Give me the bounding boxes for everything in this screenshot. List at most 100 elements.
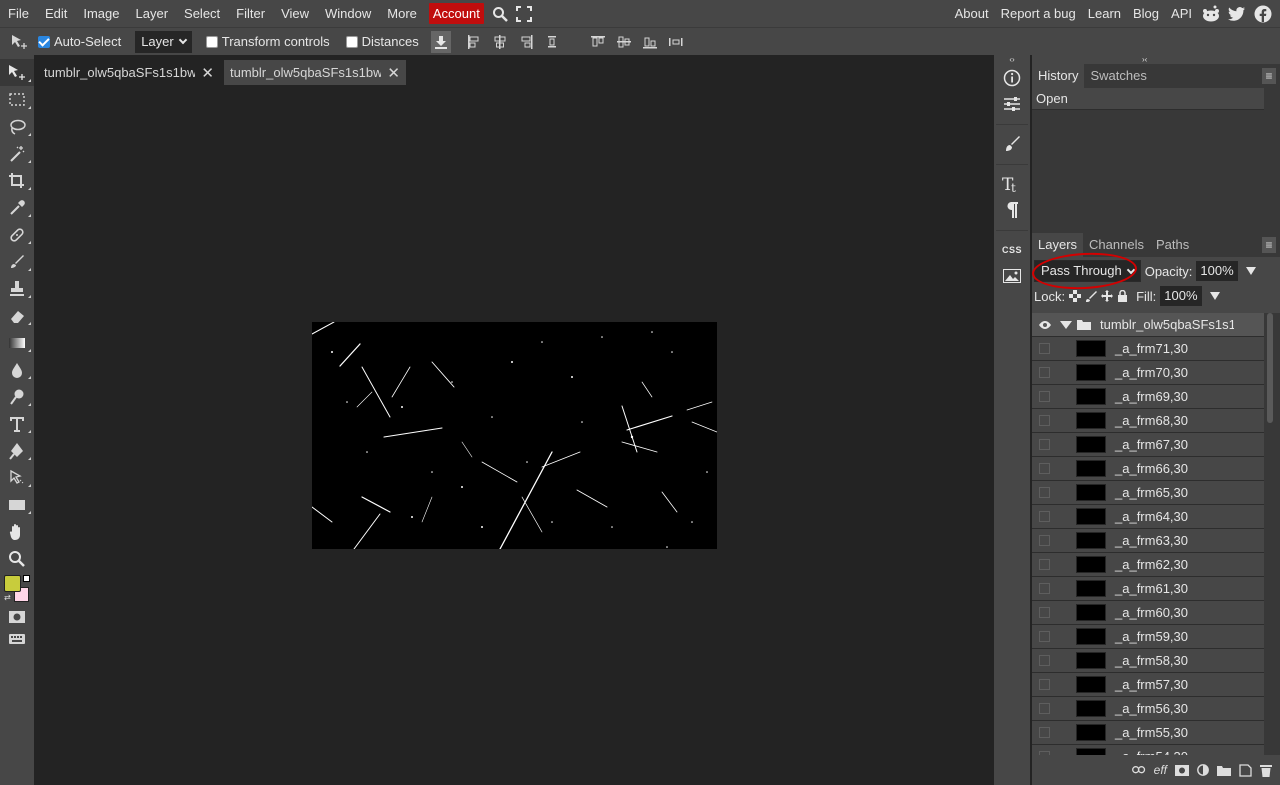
layer-visibility-toggle[interactable] bbox=[1039, 727, 1050, 738]
pen-tool[interactable] bbox=[0, 437, 34, 464]
keyboard-button[interactable] bbox=[0, 628, 34, 650]
layer-row[interactable]: _a_frm70,30 bbox=[1032, 361, 1264, 385]
eye-icon[interactable] bbox=[1038, 320, 1052, 330]
menu-more[interactable]: More bbox=[379, 0, 425, 27]
panel-menu-icon[interactable]: ≡ bbox=[1262, 68, 1276, 84]
new-layer-icon[interactable] bbox=[1239, 762, 1252, 778]
align-bottom-icon[interactable] bbox=[637, 28, 663, 56]
hand-tool[interactable] bbox=[0, 518, 34, 545]
learn-link[interactable]: Learn bbox=[1082, 6, 1127, 21]
brush-settings-button[interactable] bbox=[994, 131, 1030, 157]
css-button[interactable]: CSS bbox=[994, 237, 1030, 263]
layer-row[interactable]: _a_frm67,30 bbox=[1032, 433, 1264, 457]
scrollbar-thumb[interactable] bbox=[1267, 313, 1273, 423]
fill-input[interactable]: 100% bbox=[1160, 286, 1202, 306]
tab-layers[interactable]: Layers bbox=[1032, 233, 1084, 257]
align-right-icon[interactable] bbox=[513, 28, 539, 56]
eyedropper-tool[interactable] bbox=[0, 194, 34, 221]
history-entry[interactable]: Open bbox=[1032, 88, 1264, 110]
search-icon[interactable] bbox=[488, 0, 512, 27]
layer-visibility-toggle[interactable] bbox=[1039, 583, 1050, 594]
menu-view[interactable]: View bbox=[273, 0, 317, 27]
lock-pixels-icon[interactable] bbox=[1085, 290, 1098, 302]
layer-visibility-toggle[interactable] bbox=[1039, 535, 1050, 546]
close-icon[interactable]: ✕ bbox=[201, 64, 214, 82]
transform-controls-check[interactable] bbox=[205, 35, 218, 48]
distances-check[interactable] bbox=[345, 35, 358, 48]
layer-visibility-toggle[interactable] bbox=[1039, 463, 1050, 474]
type-tool[interactable] bbox=[0, 410, 34, 437]
tab-paths[interactable]: Paths bbox=[1150, 233, 1195, 257]
tab-history[interactable]: History bbox=[1032, 64, 1085, 88]
layer-row[interactable]: _a_frm56,30 bbox=[1032, 697, 1264, 721]
distances-checkbox[interactable]: Distances bbox=[345, 28, 419, 56]
layer-visibility-toggle[interactable] bbox=[1039, 511, 1050, 522]
layer-visibility-toggle[interactable] bbox=[1039, 607, 1050, 618]
layer-visibility-toggle[interactable] bbox=[1039, 487, 1050, 498]
layer-row[interactable]: _a_frm68,30 bbox=[1032, 409, 1264, 433]
menu-select[interactable]: Select bbox=[176, 0, 228, 27]
close-icon[interactable]: ✕ bbox=[387, 64, 400, 82]
lock-position-icon[interactable] bbox=[1101, 290, 1114, 302]
opacity-slider-icon[interactable] bbox=[1245, 267, 1256, 275]
lock-all-icon[interactable] bbox=[1117, 290, 1128, 302]
new-group-icon[interactable] bbox=[1217, 762, 1231, 778]
distribute-v-icon[interactable] bbox=[663, 28, 689, 56]
layer-visibility-toggle[interactable] bbox=[1039, 631, 1050, 642]
layer-row[interactable]: _a_frm66,30 bbox=[1032, 457, 1264, 481]
panel-menu-icon[interactable]: ≡ bbox=[1262, 237, 1276, 253]
character-button[interactable]: Tt bbox=[994, 171, 1030, 197]
layer-row[interactable]: _a_frm62,30 bbox=[1032, 553, 1264, 577]
collapse-panels-icon[interactable]: ›‹ bbox=[1032, 55, 1280, 64]
healing-tool[interactable] bbox=[0, 221, 34, 248]
report-bug-link[interactable]: Report a bug bbox=[995, 6, 1082, 21]
info-button[interactable] bbox=[994, 65, 1030, 91]
workspace[interactable] bbox=[34, 85, 994, 785]
layer-visibility-toggle[interactable] bbox=[1039, 679, 1050, 690]
transform-controls-checkbox[interactable]: Transform controls bbox=[205, 28, 330, 56]
layer-row[interactable]: _a_frm63,30 bbox=[1032, 529, 1264, 553]
menu-file[interactable]: File bbox=[0, 0, 37, 27]
reddit-icon[interactable] bbox=[1198, 0, 1224, 27]
lock-transparency-icon[interactable] bbox=[1069, 290, 1082, 302]
paragraph-button[interactable] bbox=[994, 197, 1030, 223]
account-button[interactable]: Account bbox=[428, 3, 484, 24]
menu-window[interactable]: Window bbox=[317, 0, 379, 27]
menu-layer[interactable]: Layer bbox=[128, 0, 177, 27]
layer-row[interactable]: _a_frm58,30 bbox=[1032, 649, 1264, 673]
align-top-icon[interactable] bbox=[585, 28, 611, 56]
document-tab-active[interactable]: tumblr_olw5qbaSFs1s1bwvo ✕ bbox=[224, 60, 406, 85]
layer-row[interactable]: _a_frm57,30 bbox=[1032, 673, 1264, 697]
blur-tool[interactable] bbox=[0, 356, 34, 383]
chevron-down-icon[interactable] bbox=[1060, 320, 1072, 329]
align-left-icon[interactable] bbox=[461, 28, 487, 56]
menu-filter[interactable]: Filter bbox=[228, 0, 273, 27]
trash-icon[interactable] bbox=[1260, 762, 1272, 778]
layer-row[interactable]: _a_frm69,30 bbox=[1032, 385, 1264, 409]
facebook-icon[interactable] bbox=[1250, 0, 1276, 27]
layer-row[interactable]: _a_frm61,30 bbox=[1032, 577, 1264, 601]
adjustments-button[interactable] bbox=[994, 91, 1030, 117]
lasso-tool[interactable] bbox=[0, 113, 34, 140]
crop-tool[interactable] bbox=[0, 167, 34, 194]
fullscreen-icon[interactable] bbox=[512, 0, 536, 27]
layer-row[interactable]: _a_frm55,30 bbox=[1032, 721, 1264, 745]
layer-row[interactable]: _a_frm60,30 bbox=[1032, 601, 1264, 625]
image-canvas[interactable] bbox=[311, 321, 718, 550]
layer-visibility-toggle[interactable] bbox=[1039, 655, 1050, 666]
link-icon[interactable] bbox=[1131, 762, 1146, 778]
layer-row[interactable]: _a_frm59,30 bbox=[1032, 625, 1264, 649]
magic-wand-tool[interactable] bbox=[0, 140, 34, 167]
quick-mask-button[interactable] bbox=[0, 606, 34, 628]
document-tab[interactable]: tumblr_olw5qbaSFs1s1bwvo ✕ bbox=[38, 60, 220, 85]
eraser-tool[interactable] bbox=[0, 302, 34, 329]
blog-link[interactable]: Blog bbox=[1127, 6, 1165, 21]
layer-row[interactable]: _a_frm71,30 bbox=[1032, 337, 1264, 361]
fill-slider-icon[interactable] bbox=[1209, 292, 1220, 300]
add-mask-icon[interactable] bbox=[1175, 762, 1189, 778]
layer-group-row[interactable]: tumblr_olw5qbaSFs1s1bwvo bbox=[1032, 313, 1264, 337]
layer-visibility-toggle[interactable] bbox=[1039, 367, 1050, 378]
default-colors-icon[interactable] bbox=[23, 575, 30, 582]
shape-tool[interactable] bbox=[0, 491, 34, 518]
opacity-input[interactable]: 100% bbox=[1196, 261, 1238, 281]
